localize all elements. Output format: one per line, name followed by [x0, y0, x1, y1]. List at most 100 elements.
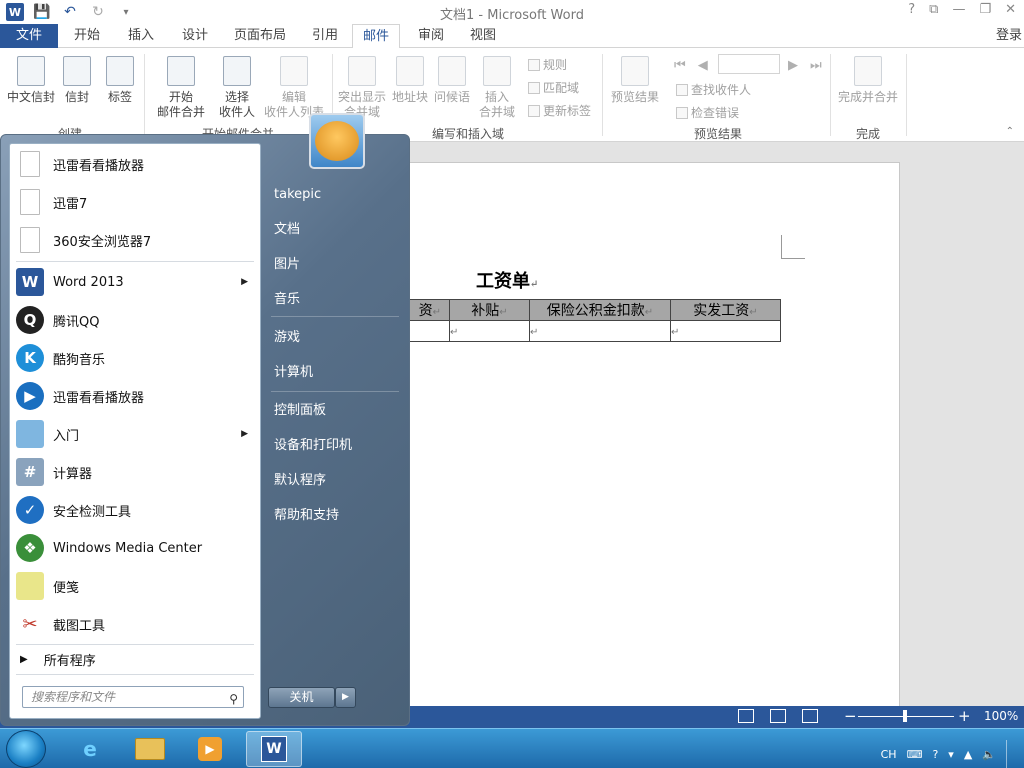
tab-mailings[interactable]: 邮件 [352, 24, 401, 49]
search-icon[interactable]: ⚲ [229, 689, 238, 709]
envelope-button[interactable]: 信封 [62, 56, 92, 105]
program-item[interactable]: 迅雷7 [10, 184, 260, 220]
finish-merge-button[interactable]: 完成并合并 [836, 56, 900, 105]
previous-record-icon[interactable]: ◀ [698, 58, 708, 73]
program-item[interactable]: 入门 ▶ [10, 416, 260, 452]
read-mode-icon[interactable] [738, 709, 754, 723]
group-write-insert-label: 编写和插入域 [431, 127, 504, 141]
chinese-envelope-button[interactable]: 中文信封 [6, 56, 56, 105]
select-recipients-button[interactable]: 选择 收件人 [212, 56, 262, 120]
program-item[interactable]: 360安全浏览器7 [10, 222, 260, 258]
place-default-programs[interactable]: 默认程序 [274, 469, 402, 493]
table-header-cell[interactable]: 保险公积金扣款↵ [529, 299, 671, 321]
print-layout-icon[interactable] [770, 709, 786, 723]
ribbon-display-icon[interactable]: ⧉ [929, 2, 938, 17]
minimize-icon[interactable]: — [952, 2, 965, 17]
media-player-icon[interactable]: ▶ [182, 731, 238, 767]
start-mail-merge-button[interactable]: 开始 邮件合并 [150, 56, 212, 120]
all-programs-button[interactable]: ▶ 所有程序 [20, 650, 96, 669]
start-button[interactable] [6, 730, 46, 768]
tab-home[interactable]: 开始 [64, 24, 110, 48]
zoom-slider-thumb[interactable] [903, 710, 907, 722]
tab-design[interactable]: 设计 [172, 24, 218, 48]
update-labels-button[interactable]: 更新标签 [528, 102, 591, 119]
place-control-panel[interactable]: 控制面板 [274, 399, 402, 423]
shutdown-options-icon[interactable]: ▶ [335, 687, 356, 708]
ribbon-separator [144, 54, 145, 136]
help-icon[interactable]: ? [908, 2, 915, 17]
find-recipient-button[interactable]: 查找收件人 [676, 81, 751, 98]
collapse-ribbon-icon[interactable]: ⌃ [1006, 126, 1014, 137]
volume-icon[interactable]: 🔈 [982, 748, 996, 761]
place-music[interactable]: 音乐 [274, 288, 402, 312]
start-search-input[interactable]: 搜索程序和文件 ⚲ [22, 686, 244, 708]
table-header-cell[interactable]: 补贴↵ [449, 299, 530, 321]
program-item[interactable]: Q 腾讯QQ [10, 302, 260, 338]
program-item[interactable]: K 酷狗音乐 [10, 340, 260, 376]
place-devices-printers[interactable]: 设备和打印机 [274, 434, 402, 458]
program-item[interactable]: 迅雷看看播放器 [10, 146, 260, 182]
program-item[interactable]: ✓ 安全检测工具 [10, 492, 260, 528]
program-item[interactable]: ✂ 截图工具 [10, 606, 260, 642]
places-separator [271, 316, 399, 317]
language-indicator[interactable]: CH [881, 748, 897, 761]
tab-review[interactable]: 审阅 [408, 24, 454, 48]
record-number-input[interactable] [718, 54, 780, 74]
place-pictures[interactable]: 图片 [274, 253, 402, 277]
record-navigation-next: ▶ ⏭ [788, 58, 822, 73]
zoom-out-icon[interactable]: − [844, 707, 857, 725]
highlight-merge-fields-button[interactable]: 突出显示 合并域 [336, 56, 388, 120]
address-block-button[interactable]: 地址块 [390, 56, 430, 105]
document-heading[interactable]: 工资单↵ [476, 267, 538, 293]
check-errors-button[interactable]: 检查错误 [676, 104, 739, 121]
tab-insert[interactable]: 插入 [118, 24, 164, 48]
program-item[interactable]: W Word 2013 ▶ [10, 264, 260, 300]
help-tray-icon[interactable]: ? [932, 748, 938, 761]
place-computer[interactable]: 计算机 [274, 361, 402, 385]
table-cell[interactable]: ↵ [529, 320, 671, 342]
shutdown-button[interactable]: 关机 [268, 687, 335, 708]
internet-explorer-icon[interactable]: e [62, 731, 118, 767]
preview-icon [621, 56, 649, 86]
close-icon[interactable]: ✕ [1005, 2, 1016, 17]
file-explorer-icon[interactable] [122, 731, 178, 767]
program-item[interactable]: 便笺 [10, 568, 260, 604]
zoom-in-icon[interactable]: + [958, 707, 971, 725]
preview-results-button[interactable]: 预览结果 [608, 56, 662, 105]
labels-button[interactable]: 标签 [104, 56, 136, 105]
show-hidden-icons-icon[interactable]: ▲ [964, 748, 972, 761]
input-settings-icon[interactable]: ▾ [948, 748, 954, 761]
first-record-icon[interactable]: ⏮ [674, 58, 686, 73]
tab-view[interactable]: 视图 [460, 24, 506, 48]
user-picture[interactable] [309, 113, 365, 169]
tab-page-layout[interactable]: 页面布局 [224, 24, 296, 48]
keyboard-icon[interactable]: ⌨ [907, 748, 923, 761]
place-documents[interactable]: 文档 [274, 218, 402, 242]
program-item[interactable]: ❖ Windows Media Center [10, 530, 260, 566]
table-cell[interactable]: ↵ [670, 320, 781, 342]
place-help-support[interactable]: 帮助和支持 [274, 504, 402, 528]
zoom-level[interactable]: 100% [984, 709, 1018, 723]
match-fields-button[interactable]: 匹配域 [528, 79, 579, 96]
place-games[interactable]: 游戏 [274, 326, 402, 350]
program-item[interactable]: # 计算器 [10, 454, 260, 490]
avatar [315, 121, 359, 161]
word-taskbar-icon[interactable]: W [246, 731, 302, 767]
edit-recipient-list-button[interactable]: 编辑 收件人列表 [262, 56, 326, 120]
program-item[interactable]: ▶ 迅雷看看播放器 [10, 378, 260, 414]
web-layout-icon[interactable] [802, 709, 818, 723]
restore-icon[interactable]: ❐ [979, 2, 991, 17]
sign-in-link[interactable]: 登录 [996, 24, 1022, 48]
place-user-folder[interactable]: takepic [274, 183, 402, 207]
greeting-line-button[interactable]: 问候语 [432, 56, 472, 105]
table-cell[interactable]: ↵ [449, 320, 530, 342]
last-record-icon[interactable]: ⏭ [810, 58, 822, 73]
tab-file[interactable]: 文件 [0, 24, 58, 48]
rules-button[interactable]: 规则 [528, 56, 567, 73]
tab-references[interactable]: 引用 [302, 24, 348, 48]
insert-merge-field-button[interactable]: 插入 合并域 [474, 56, 520, 120]
kugou-icon: K [16, 344, 44, 372]
next-record-icon[interactable]: ▶ [788, 58, 798, 73]
show-desktop-button[interactable] [1006, 740, 1016, 768]
table-header-cell[interactable]: 实发工资↵ [670, 299, 781, 321]
